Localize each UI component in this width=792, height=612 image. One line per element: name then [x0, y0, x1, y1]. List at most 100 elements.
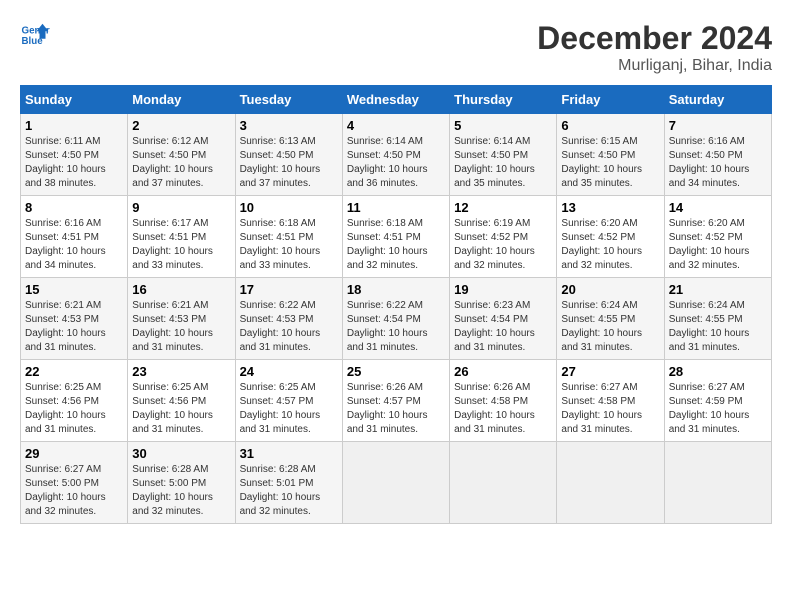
day-number: 6 [561, 118, 659, 133]
calendar-table: SundayMondayTuesdayWednesdayThursdayFrid… [20, 85, 772, 524]
day-number: 3 [240, 118, 338, 133]
weekday-header-tuesday: Tuesday [235, 86, 342, 114]
title-area: December 2024 Murliganj, Bihar, India [537, 20, 772, 75]
day-info: Sunrise: 6:26 AMSunset: 4:57 PMDaylight:… [347, 381, 445, 437]
calendar-cell: 28 Sunrise: 6:27 AMSunset: 4:59 PMDaylig… [664, 360, 771, 442]
calendar-cell [342, 442, 449, 524]
calendar-cell: 3 Sunrise: 6:13 AMSunset: 4:50 PMDayligh… [235, 114, 342, 196]
day-number: 17 [240, 282, 338, 297]
calendar-cell: 18 Sunrise: 6:22 AMSunset: 4:54 PMDaylig… [342, 278, 449, 360]
calendar-cell: 12 Sunrise: 6:19 AMSunset: 4:52 PMDaylig… [450, 196, 557, 278]
calendar-cell [450, 442, 557, 524]
calendar-cell: 11 Sunrise: 6:18 AMSunset: 4:51 PMDaylig… [342, 196, 449, 278]
weekday-header-saturday: Saturday [664, 86, 771, 114]
day-info: Sunrise: 6:24 AMSunset: 4:55 PMDaylight:… [669, 299, 767, 355]
day-info: Sunrise: 6:18 AMSunset: 4:51 PMDaylight:… [347, 217, 445, 273]
calendar-cell: 31 Sunrise: 6:28 AMSunset: 5:01 PMDaylig… [235, 442, 342, 524]
day-info: Sunrise: 6:12 AMSunset: 4:50 PMDaylight:… [132, 135, 230, 191]
day-number: 10 [240, 200, 338, 215]
day-number: 1 [25, 118, 123, 133]
weekday-header-thursday: Thursday [450, 86, 557, 114]
day-number: 29 [25, 446, 123, 461]
calendar-cell: 14 Sunrise: 6:20 AMSunset: 4:52 PMDaylig… [664, 196, 771, 278]
calendar-cell: 20 Sunrise: 6:24 AMSunset: 4:55 PMDaylig… [557, 278, 664, 360]
day-info: Sunrise: 6:20 AMSunset: 4:52 PMDaylight:… [669, 217, 767, 273]
location: Murliganj, Bihar, India [537, 57, 772, 75]
day-info: Sunrise: 6:27 AMSunset: 5:00 PMDaylight:… [25, 463, 123, 519]
calendar-cell: 27 Sunrise: 6:27 AMSunset: 4:58 PMDaylig… [557, 360, 664, 442]
day-number: 30 [132, 446, 230, 461]
day-info: Sunrise: 6:27 AMSunset: 4:58 PMDaylight:… [561, 381, 659, 437]
calendar-cell: 1 Sunrise: 6:11 AMSunset: 4:50 PMDayligh… [21, 114, 128, 196]
day-number: 4 [347, 118, 445, 133]
calendar-cell: 6 Sunrise: 6:15 AMSunset: 4:50 PMDayligh… [557, 114, 664, 196]
calendar-cell: 24 Sunrise: 6:25 AMSunset: 4:57 PMDaylig… [235, 360, 342, 442]
day-info: Sunrise: 6:14 AMSunset: 4:50 PMDaylight:… [347, 135, 445, 191]
calendar-cell: 5 Sunrise: 6:14 AMSunset: 4:50 PMDayligh… [450, 114, 557, 196]
day-info: Sunrise: 6:14 AMSunset: 4:50 PMDaylight:… [454, 135, 552, 191]
header: General Blue December 2024 Murliganj, Bi… [20, 20, 772, 75]
calendar-week-3: 15 Sunrise: 6:21 AMSunset: 4:53 PMDaylig… [21, 278, 772, 360]
day-number: 26 [454, 364, 552, 379]
calendar-cell: 7 Sunrise: 6:16 AMSunset: 4:50 PMDayligh… [664, 114, 771, 196]
day-number: 23 [132, 364, 230, 379]
day-number: 9 [132, 200, 230, 215]
day-number: 15 [25, 282, 123, 297]
calendar-cell: 15 Sunrise: 6:21 AMSunset: 4:53 PMDaylig… [21, 278, 128, 360]
day-info: Sunrise: 6:16 AMSunset: 4:51 PMDaylight:… [25, 217, 123, 273]
day-number: 7 [669, 118, 767, 133]
day-number: 13 [561, 200, 659, 215]
day-info: Sunrise: 6:17 AMSunset: 4:51 PMDaylight:… [132, 217, 230, 273]
day-info: Sunrise: 6:25 AMSunset: 4:57 PMDaylight:… [240, 381, 338, 437]
calendar-cell: 26 Sunrise: 6:26 AMSunset: 4:58 PMDaylig… [450, 360, 557, 442]
calendar-week-5: 29 Sunrise: 6:27 AMSunset: 5:00 PMDaylig… [21, 442, 772, 524]
day-number: 27 [561, 364, 659, 379]
day-info: Sunrise: 6:20 AMSunset: 4:52 PMDaylight:… [561, 217, 659, 273]
day-info: Sunrise: 6:23 AMSunset: 4:54 PMDaylight:… [454, 299, 552, 355]
day-info: Sunrise: 6:24 AMSunset: 4:55 PMDaylight:… [561, 299, 659, 355]
day-number: 28 [669, 364, 767, 379]
day-number: 22 [25, 364, 123, 379]
day-number: 5 [454, 118, 552, 133]
calendar-cell: 8 Sunrise: 6:16 AMSunset: 4:51 PMDayligh… [21, 196, 128, 278]
day-number: 14 [669, 200, 767, 215]
day-number: 24 [240, 364, 338, 379]
calendar-cell: 16 Sunrise: 6:21 AMSunset: 4:53 PMDaylig… [128, 278, 235, 360]
calendar-cell: 4 Sunrise: 6:14 AMSunset: 4:50 PMDayligh… [342, 114, 449, 196]
day-info: Sunrise: 6:22 AMSunset: 4:53 PMDaylight:… [240, 299, 338, 355]
calendar-cell: 9 Sunrise: 6:17 AMSunset: 4:51 PMDayligh… [128, 196, 235, 278]
day-number: 8 [25, 200, 123, 215]
calendar-week-2: 8 Sunrise: 6:16 AMSunset: 4:51 PMDayligh… [21, 196, 772, 278]
calendar-cell: 17 Sunrise: 6:22 AMSunset: 4:53 PMDaylig… [235, 278, 342, 360]
day-number: 11 [347, 200, 445, 215]
calendar-cell: 19 Sunrise: 6:23 AMSunset: 4:54 PMDaylig… [450, 278, 557, 360]
day-number: 2 [132, 118, 230, 133]
day-number: 31 [240, 446, 338, 461]
day-info: Sunrise: 6:26 AMSunset: 4:58 PMDaylight:… [454, 381, 552, 437]
calendar-cell: 23 Sunrise: 6:25 AMSunset: 4:56 PMDaylig… [128, 360, 235, 442]
calendar-cell: 30 Sunrise: 6:28 AMSunset: 5:00 PMDaylig… [128, 442, 235, 524]
day-info: Sunrise: 6:28 AMSunset: 5:01 PMDaylight:… [240, 463, 338, 519]
day-info: Sunrise: 6:13 AMSunset: 4:50 PMDaylight:… [240, 135, 338, 191]
day-number: 21 [669, 282, 767, 297]
day-info: Sunrise: 6:16 AMSunset: 4:50 PMDaylight:… [669, 135, 767, 191]
calendar-cell: 10 Sunrise: 6:18 AMSunset: 4:51 PMDaylig… [235, 196, 342, 278]
day-info: Sunrise: 6:19 AMSunset: 4:52 PMDaylight:… [454, 217, 552, 273]
day-info: Sunrise: 6:25 AMSunset: 4:56 PMDaylight:… [132, 381, 230, 437]
day-info: Sunrise: 6:27 AMSunset: 4:59 PMDaylight:… [669, 381, 767, 437]
day-info: Sunrise: 6:18 AMSunset: 4:51 PMDaylight:… [240, 217, 338, 273]
logo-icon: General Blue [20, 20, 50, 50]
calendar-cell: 21 Sunrise: 6:24 AMSunset: 4:55 PMDaylig… [664, 278, 771, 360]
calendar-cell [557, 442, 664, 524]
weekday-header-friday: Friday [557, 86, 664, 114]
calendar-cell: 22 Sunrise: 6:25 AMSunset: 4:56 PMDaylig… [21, 360, 128, 442]
day-number: 16 [132, 282, 230, 297]
day-number: 20 [561, 282, 659, 297]
weekday-header-wednesday: Wednesday [342, 86, 449, 114]
day-info: Sunrise: 6:28 AMSunset: 5:00 PMDaylight:… [132, 463, 230, 519]
day-info: Sunrise: 6:15 AMSunset: 4:50 PMDaylight:… [561, 135, 659, 191]
calendar-cell: 29 Sunrise: 6:27 AMSunset: 5:00 PMDaylig… [21, 442, 128, 524]
logo: General Blue [20, 20, 50, 50]
calendar-cell: 25 Sunrise: 6:26 AMSunset: 4:57 PMDaylig… [342, 360, 449, 442]
calendar-week-4: 22 Sunrise: 6:25 AMSunset: 4:56 PMDaylig… [21, 360, 772, 442]
